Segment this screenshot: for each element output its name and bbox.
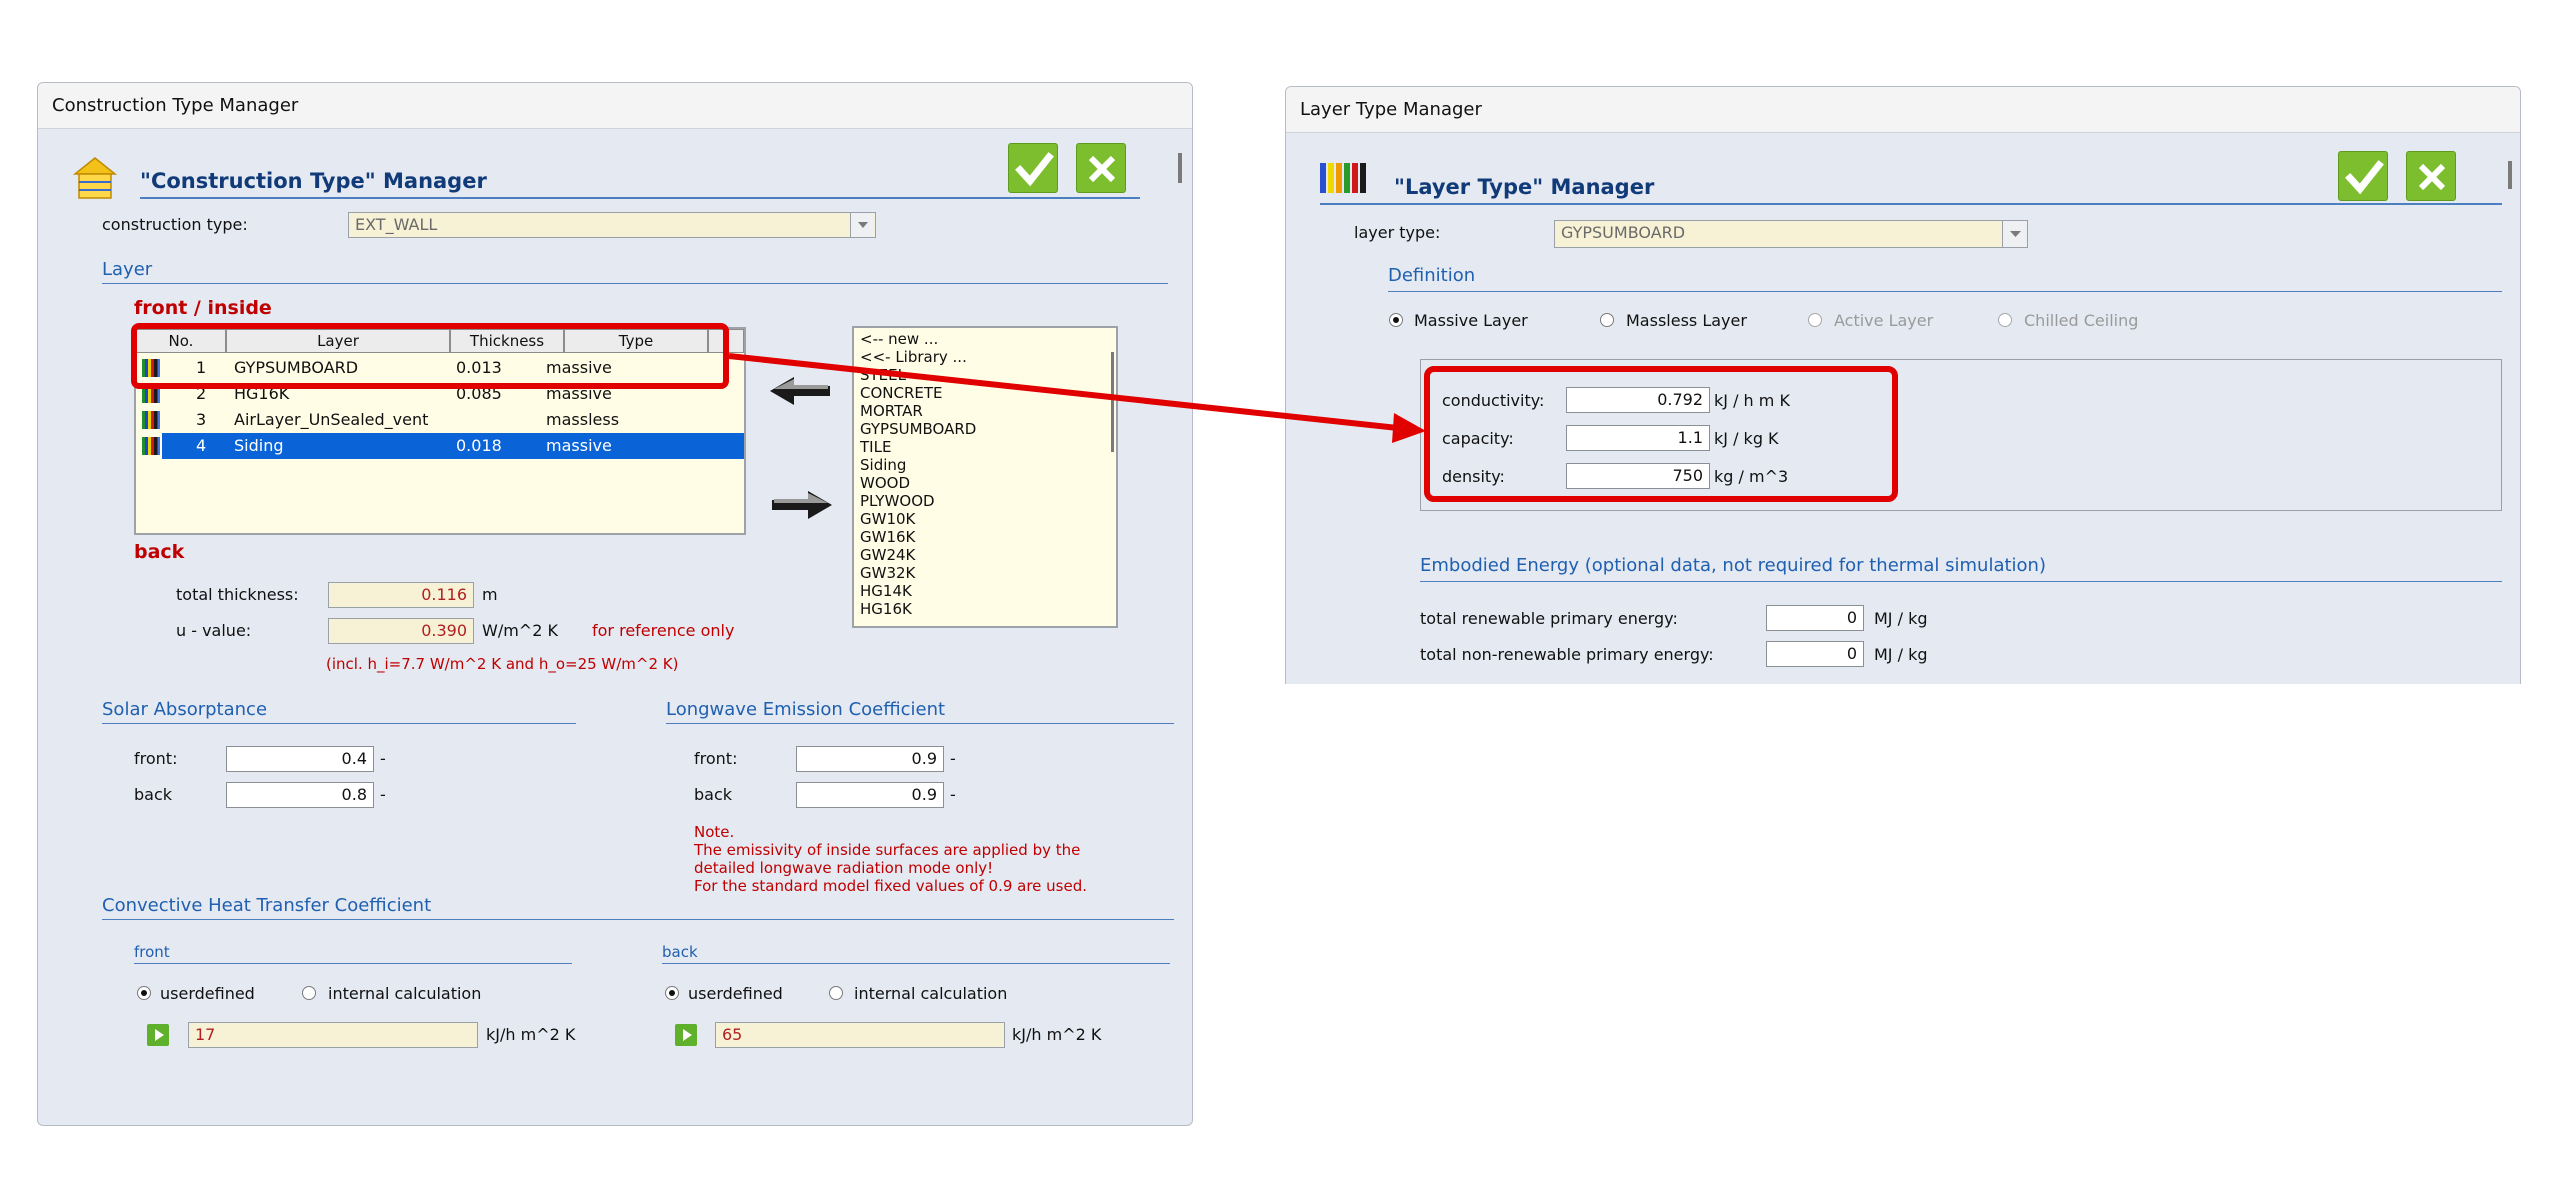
annotation-arrow [728, 353, 1426, 443]
